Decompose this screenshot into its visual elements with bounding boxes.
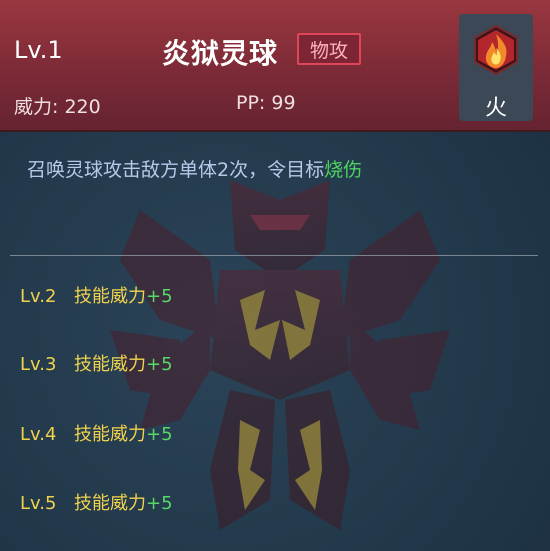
upgrade-row: Lv.4 技能威力+5 bbox=[20, 420, 173, 446]
header-divider bbox=[0, 130, 550, 132]
upgrade-effect: 技能威力 bbox=[74, 424, 146, 445]
upgrade-level: Lv.5 bbox=[20, 493, 57, 514]
upgrade-level: Lv.4 bbox=[20, 424, 57, 445]
upgrade-bonus: +5 bbox=[146, 286, 173, 307]
skill-pp: PP: 99 bbox=[236, 92, 296, 114]
upgrade-row: Lv.3 技能威力+5 bbox=[20, 350, 173, 376]
description-text: 召唤灵球攻击敌方单体2次，令目标 bbox=[27, 159, 325, 181]
upgrade-bonus: +5 bbox=[146, 354, 173, 375]
upgrade-effect: 技能威力 bbox=[74, 493, 146, 514]
upgrade-row: Lv.5 技能威力+5 bbox=[20, 489, 173, 515]
upgrade-bonus: +5 bbox=[146, 493, 173, 514]
status-effect-text: 烧伤 bbox=[324, 159, 363, 181]
upgrade-effect: 技能威力 bbox=[74, 354, 146, 375]
pp-label: PP: bbox=[236, 92, 266, 114]
element-badge: 火 bbox=[459, 14, 533, 121]
upgrade-level: Lv.2 bbox=[20, 286, 57, 307]
upgrade-row: Lv.2 技能威力+5 bbox=[20, 282, 173, 308]
skill-power: 威力: 220 bbox=[14, 92, 101, 119]
element-label: 火 bbox=[484, 96, 507, 121]
upgrade-level: Lv.3 bbox=[20, 354, 57, 375]
upgrade-effect: 技能威力 bbox=[74, 286, 146, 307]
skill-level: Lv.1 bbox=[14, 36, 63, 64]
skill-description: 召唤灵球攻击敌方单体2次，令目标烧伤 bbox=[27, 155, 362, 182]
power-label: 威力: bbox=[14, 96, 59, 118]
upgrade-bonus: +5 bbox=[146, 424, 173, 445]
skill-card: Lv.1 炎狱灵球 物攻 威力: 220 PP: 99 火 召唤灵球攻击敌方单体… bbox=[0, 0, 550, 551]
section-divider bbox=[10, 255, 538, 256]
skill-name: 炎狱灵球 bbox=[162, 37, 279, 70]
skill-category-badge: 物攻 bbox=[297, 33, 361, 65]
pp-value: 99 bbox=[271, 92, 296, 114]
power-value: 220 bbox=[64, 96, 101, 118]
fire-element-icon bbox=[474, 24, 518, 76]
skill-header: Lv.1 炎狱灵球 物攻 威力: 220 PP: 99 火 bbox=[0, 0, 550, 131]
